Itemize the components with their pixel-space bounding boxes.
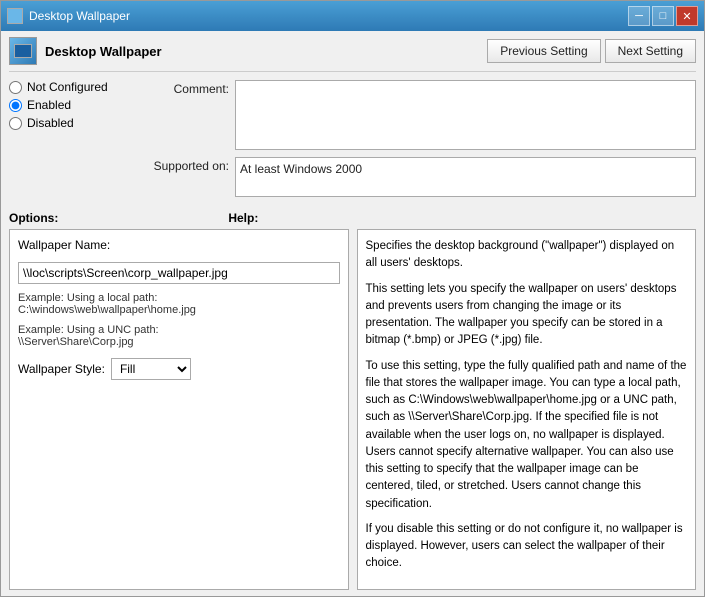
maximize-button[interactable]: □ (652, 6, 674, 26)
comment-label: Comment: (139, 80, 229, 96)
comment-row: Comment: (139, 80, 696, 153)
example1-text: Example: Using a local path: C:\windows\… (18, 292, 340, 316)
example2-prefix: Example: Using a UNC path: (18, 324, 159, 336)
not-configured-radio[interactable] (9, 81, 22, 94)
not-configured-label: Not Configured (27, 80, 108, 94)
options-section-label: Options: (9, 211, 58, 225)
options-panel: Wallpaper Name: \\loc\scripts\Screen\cor… (9, 229, 349, 590)
help-paragraph-2: This setting lets you specify the wallpa… (366, 281, 688, 350)
comment-input-area (235, 80, 696, 153)
help-paragraph-1: Specifies the desktop background ("wallp… (366, 238, 688, 273)
help-section-label: Help: (228, 211, 258, 225)
header-title: Desktop Wallpaper (45, 44, 487, 59)
enabled-label: Enabled (27, 98, 71, 112)
help-paragraph-3: To use this setting, type the fully qual… (366, 358, 688, 513)
radio-section-container: Not Configured Enabled Disabled (9, 80, 139, 201)
title-bar: Desktop Wallpaper ─ □ ✕ (1, 1, 704, 31)
disabled-option[interactable]: Disabled (9, 116, 139, 130)
title-bar-icon (7, 8, 23, 24)
desktop-icon (14, 44, 32, 58)
not-configured-option[interactable]: Not Configured (9, 80, 139, 94)
radio-section: Not Configured Enabled Disabled (9, 80, 139, 130)
style-label: Wallpaper Style: (18, 362, 105, 376)
style-row: Wallpaper Style: Fill Fit Stretch Tile C… (18, 358, 340, 380)
enabled-radio[interactable] (9, 99, 22, 112)
content-area: Desktop Wallpaper Previous Setting Next … (1, 31, 704, 596)
disabled-label: Disabled (27, 116, 74, 130)
help-paragraph-4: If you disable this setting or do not co… (366, 521, 688, 573)
help-panel: Specifies the desktop background ("wallp… (357, 229, 697, 590)
main-window: Desktop Wallpaper ─ □ ✕ Desktop Wallpape… (0, 0, 705, 597)
wallpaper-style-select[interactable]: Fill Fit Stretch Tile Center Span (111, 358, 191, 380)
main-split: Wallpaper Name: \\loc\scripts\Screen\cor… (9, 229, 696, 590)
minimize-button[interactable]: ─ (628, 6, 650, 26)
title-bar-text: Desktop Wallpaper (29, 9, 130, 23)
example1-value: C:\windows\web\wallpaper\home.jpg (18, 304, 196, 316)
close-button[interactable]: ✕ (676, 6, 698, 26)
next-setting-button[interactable]: Next Setting (605, 39, 696, 63)
previous-setting-button[interactable]: Previous Setting (487, 39, 600, 63)
header-row: Desktop Wallpaper Previous Setting Next … (9, 37, 696, 72)
sections-row: Options: Help: (9, 211, 696, 225)
header-buttons: Previous Setting Next Setting (487, 39, 696, 63)
window-controls: ─ □ ✕ (628, 6, 698, 26)
form-fields: Comment: Supported on: At least Windows … (139, 80, 696, 201)
supported-row: Supported on: At least Windows 2000 (139, 157, 696, 197)
disabled-radio[interactable] (9, 117, 22, 130)
enabled-option[interactable]: Enabled (9, 98, 139, 112)
comment-textarea[interactable] (235, 80, 696, 150)
example2-text: Example: Using a UNC path: \\Server\Shar… (18, 324, 340, 348)
header-icon (9, 37, 37, 65)
supported-label: Supported on: (139, 157, 229, 173)
example2-value: \\Server\Share\Corp.jpg (18, 336, 134, 348)
supported-input-area: At least Windows 2000 (235, 157, 696, 197)
wallpaper-path-input[interactable]: \\loc\scripts\Screen\corp_wallpaper.jpg (18, 262, 340, 284)
wallpaper-name-label: Wallpaper Name: (18, 238, 340, 252)
supported-value: At least Windows 2000 (235, 157, 696, 197)
top-form-area: Not Configured Enabled Disabled Comment: (9, 80, 696, 201)
example1-prefix: Example: Using a local path: (18, 292, 157, 304)
